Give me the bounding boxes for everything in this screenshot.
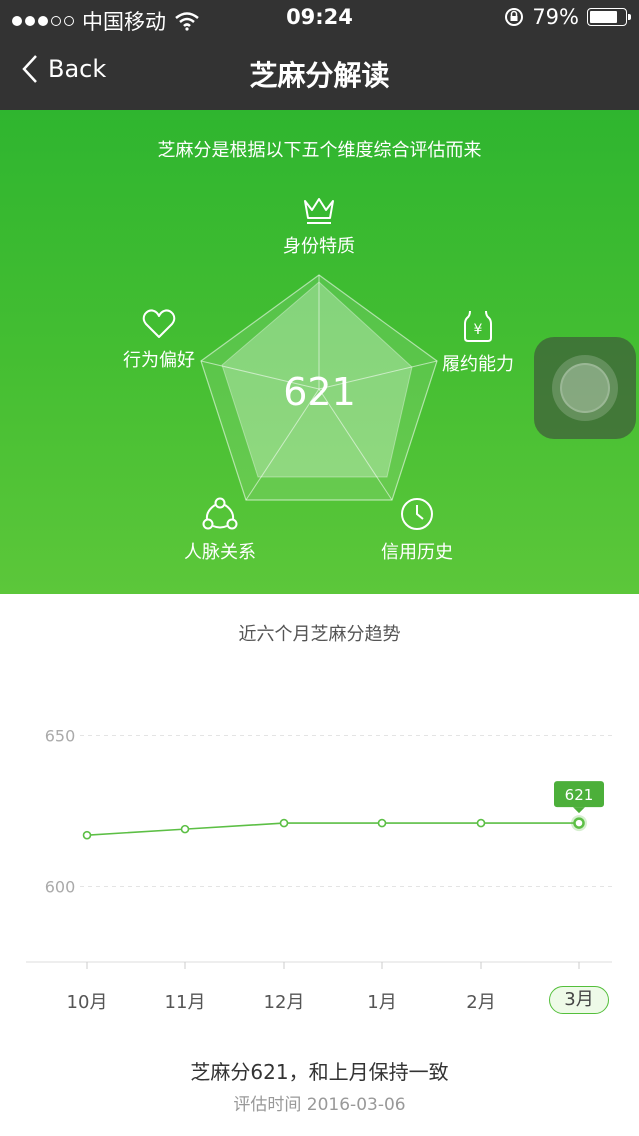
data-point	[476, 818, 486, 828]
data-point	[82, 830, 92, 840]
y-tick-label: 650	[45, 727, 76, 746]
month-tab[interactable]: 2月	[441, 988, 521, 1014]
y-tick-label: 600	[45, 878, 76, 897]
tooltip-pointer	[573, 807, 585, 814]
data-point	[180, 824, 190, 834]
month-tab[interactable]: 1月	[342, 988, 422, 1014]
data-point	[377, 818, 387, 828]
month-tab[interactable]: 12月	[244, 988, 324, 1014]
series-line	[86, 822, 579, 836]
evaluation-time: 评估时间 2016-03-06	[233, 1095, 406, 1115]
score-summary: 芝麻分621，和上月保持一致	[190, 1060, 449, 1084]
data-point	[573, 817, 585, 829]
month-tab[interactable]: 11月	[145, 988, 225, 1014]
trend-line-chart: 650 600 621	[26, 727, 612, 969]
data-point	[279, 818, 289, 828]
month-tab[interactable]: 10月	[47, 988, 127, 1014]
tooltip-value-label: 621	[565, 786, 594, 804]
month-tab-active[interactable]: 3月	[549, 986, 609, 1014]
